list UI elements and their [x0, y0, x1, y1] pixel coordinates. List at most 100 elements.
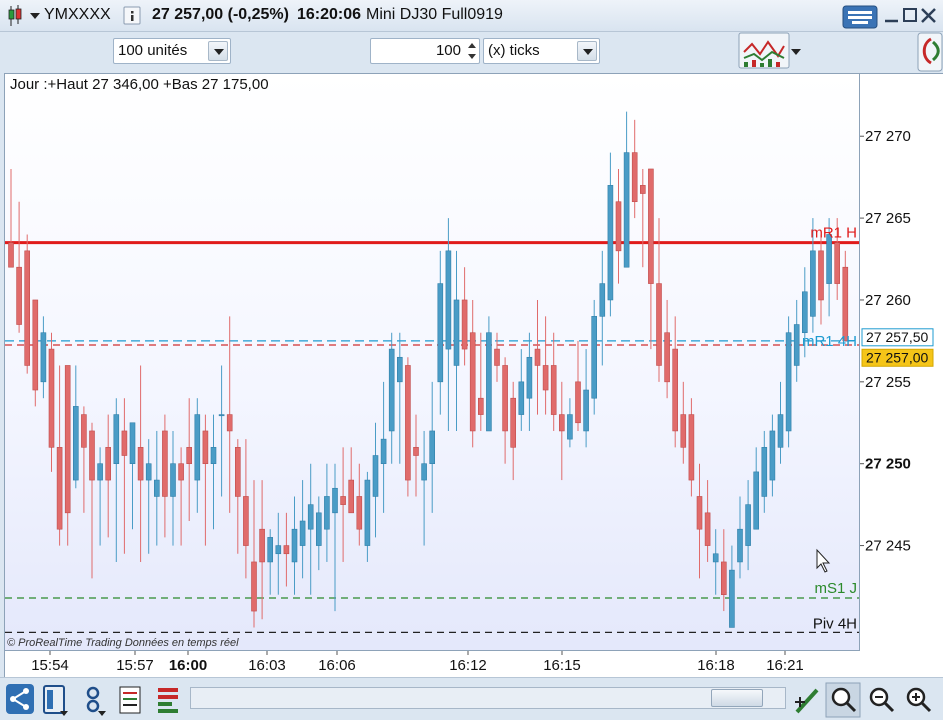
- y-tick-label: 27 255: [865, 374, 911, 391]
- candle-body: [648, 168, 654, 284]
- candle-body: [340, 496, 346, 505]
- candle-body: [583, 389, 589, 432]
- level-label-1: mR1 4H: [802, 333, 857, 350]
- candle-body: [332, 487, 338, 514]
- horizontal-scrollbar[interactable]: [190, 687, 786, 709]
- candle-body: [575, 381, 581, 424]
- candle-body: [89, 430, 95, 481]
- candle-body: [461, 299, 468, 350]
- info-icon[interactable]: [123, 6, 141, 25]
- candle-body: [712, 553, 719, 563]
- orders-list-icon[interactable]: [119, 686, 141, 714]
- candle-body: [299, 520, 306, 546]
- candle-body: [510, 397, 517, 448]
- candle-body: [210, 447, 217, 464]
- candle-body: [56, 447, 63, 530]
- candle-body: [793, 324, 800, 366]
- candle-body: [372, 455, 379, 497]
- candle-body: [380, 438, 387, 464]
- y-tick-label: 27 260: [865, 292, 911, 309]
- layout-icon[interactable]: [43, 685, 68, 716]
- chart-info-label: Jour :+Haut 27 346,00 +Bas 27 175,00: [10, 76, 269, 93]
- x-tick-label: 16:15: [543, 657, 581, 674]
- candle-body: [8, 242, 14, 268]
- candle-body: [16, 266, 22, 325]
- candle-body: [437, 283, 444, 383]
- candle-body: [32, 299, 39, 391]
- candle-body: [469, 332, 476, 432]
- candle-body: [226, 414, 233, 432]
- zoom-in-icon[interactable]: [906, 687, 932, 713]
- candle-body: [170, 463, 176, 497]
- copyright-label: © ProRealTime Trading Données en temps r…: [7, 637, 239, 649]
- order-book-icon[interactable]: [158, 688, 178, 713]
- candle-body: [518, 381, 525, 415]
- candle-body: [162, 430, 168, 497]
- candle-body: [672, 348, 679, 432]
- candle-body: [834, 242, 841, 284]
- price-b-label: 27 257,00: [866, 349, 928, 365]
- candle-body: [421, 463, 427, 481]
- title-bar: YMXXXX 27 257,00 (-0,25%) 16:20:06 Mini …: [0, 0, 943, 32]
- keyboard-icon[interactable]: [842, 5, 878, 29]
- level-label-3: mS1 J: [814, 580, 857, 597]
- candle-body: [178, 463, 184, 481]
- candle-body: [534, 348, 541, 366]
- candle-body: [275, 545, 282, 555]
- candle-body: [259, 528, 265, 563]
- candle-body: [615, 201, 622, 252]
- candle-body: [315, 512, 322, 546]
- maximize-icon[interactable]: [903, 8, 917, 22]
- candle-body: [364, 479, 371, 546]
- candle-body: [486, 332, 492, 432]
- candle-app-icon: [8, 5, 22, 26]
- dropdown-arrow-icon[interactable]: [30, 13, 40, 19]
- candle-body: [704, 512, 711, 546]
- zoom-box-icon[interactable]: [825, 682, 861, 718]
- axis-corner: [860, 651, 943, 677]
- candle-body: [753, 471, 760, 530]
- x-tick-label: 15:57: [116, 657, 154, 674]
- share-icon[interactable]: [6, 684, 34, 714]
- indicators-icon[interactable]: [738, 32, 790, 69]
- symbol-label[interactable]: YMXXXX: [44, 6, 111, 24]
- chart-area[interactable]: mR1 H mR1 4H mS1 J Piv 4H Jour :+Haut 27 34…: [4, 73, 860, 651]
- scrollbar-thumb[interactable]: [711, 689, 763, 707]
- candlestick-chart[interactable]: mR1 H mR1 4H mS1 J Piv 4H: [5, 74, 860, 651]
- x-tick-label: 15:54: [31, 657, 69, 674]
- candle-body: [396, 356, 403, 383]
- candle-body: [267, 537, 274, 563]
- candle-body: [639, 185, 646, 194]
- candle-body: [307, 504, 314, 530]
- candle-body: [194, 414, 201, 481]
- candle-body: [348, 479, 355, 514]
- candle-body: [680, 414, 687, 448]
- sync-icon[interactable]: [917, 32, 943, 72]
- candle-body: [656, 283, 662, 366]
- candle-body: [607, 185, 614, 301]
- toolbar-icons: [738, 32, 943, 72]
- y-tick-label: 27 265: [865, 210, 911, 227]
- candle-body: [737, 528, 743, 563]
- time-label: 16:20:06: [297, 6, 362, 23]
- candle-body: [121, 430, 128, 456]
- candle-body: [81, 414, 87, 448]
- candle-body: [97, 463, 103, 481]
- draw-tool-icon[interactable]: [795, 688, 819, 714]
- chevron-down-icon[interactable]: [791, 49, 801, 55]
- time-axis[interactable]: 15:54 15:57 16:00 16:03 16:06 16:12 16:15 16:18…: [4, 651, 860, 677]
- link-icon[interactable]: [86, 686, 106, 716]
- candle-body: [567, 414, 573, 440]
- x-tick-label: 16:03: [248, 657, 286, 674]
- candle-body: [324, 496, 330, 530]
- candle-body: [40, 332, 47, 383]
- candle-body: [502, 365, 508, 432]
- candle-body: [251, 561, 257, 612]
- price-a-label: 27 257,50: [866, 329, 928, 345]
- candle-body: [810, 250, 816, 317]
- close-icon[interactable]: [921, 8, 936, 23]
- zoom-out-icon[interactable]: [869, 687, 895, 713]
- price-axis[interactable]: 27 270 27 265 27 260 27 255 27 250 27 245 27 2…: [860, 73, 943, 651]
- y-tick-label: 27 270: [865, 128, 911, 145]
- level-label-4: Piv 4H: [813, 615, 857, 632]
